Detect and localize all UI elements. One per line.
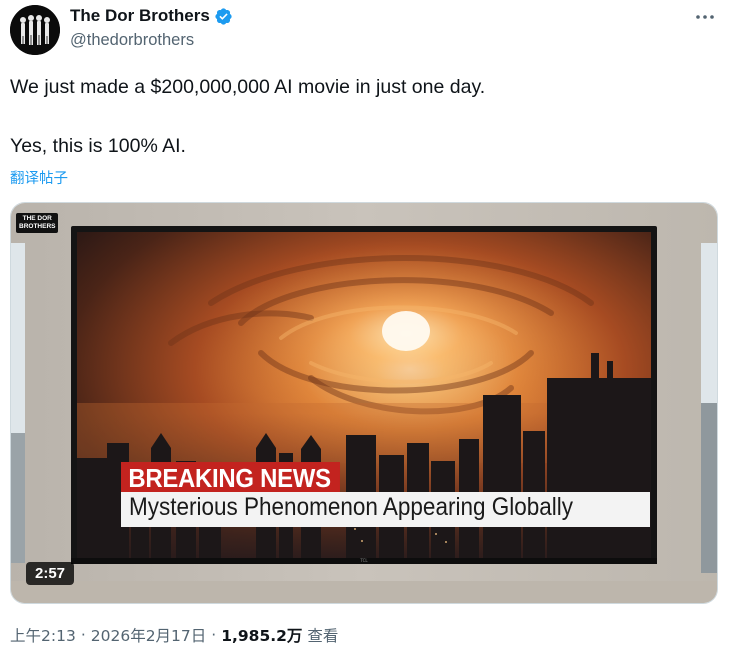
author-handle[interactable]: @thedorbrothers <box>70 31 194 50</box>
tweet-meta: 上午2:13 · 2026年2月17日 · 1,985.2万 查看 <box>10 624 338 646</box>
author-name-row: The Dor Brothers <box>70 6 233 26</box>
tweet-text-line: Yes, this is 100% AI. <box>10 135 186 157</box>
tweet-text: We just made a $200,000,000 AI movie in … <box>10 74 710 160</box>
more-dots-icon[interactable] <box>694 8 716 26</box>
translate-post-link[interactable]: 翻译帖子 <box>10 167 68 188</box>
verified-badge-icon[interactable] <box>214 7 233 26</box>
channel-watermark-line: THE DOR <box>22 215 52 222</box>
views-count[interactable]: 1,985.2万 <box>221 624 302 646</box>
tweet-time[interactable]: 上午2:13 <box>10 624 76 646</box>
group-silhouette-avatar-icon <box>10 5 60 55</box>
video-duration-badge: 2:57 <box>26 562 75 585</box>
meta-separator: · <box>80 626 86 644</box>
news-headline-text: Mysterious Phenomenon Appearing Globally <box>129 493 574 521</box>
news-headline-banner: Mysterious Phenomenon Appearing Globally <box>121 492 650 527</box>
channel-watermark-line: BROTHERS <box>19 223 56 230</box>
video-thumbnail: TCL <box>11 203 717 603</box>
tweet-date[interactable]: 2026年2月17日 <box>91 624 207 646</box>
tweet-text-line: We just made a $200,000,000 AI movie in … <box>10 76 486 98</box>
avatar[interactable] <box>10 5 60 55</box>
channel-watermark: THE DOR BROTHERS <box>16 213 59 233</box>
tv-brand: TCL <box>359 558 368 563</box>
author-display-name[interactable]: The Dor Brothers <box>70 6 210 26</box>
meta-separator: · <box>211 626 217 644</box>
video-player[interactable]: TCL <box>10 202 718 604</box>
breaking-news-banner: BREAKING NEWS <box>121 462 340 496</box>
views-label: 查看 <box>307 627 339 645</box>
